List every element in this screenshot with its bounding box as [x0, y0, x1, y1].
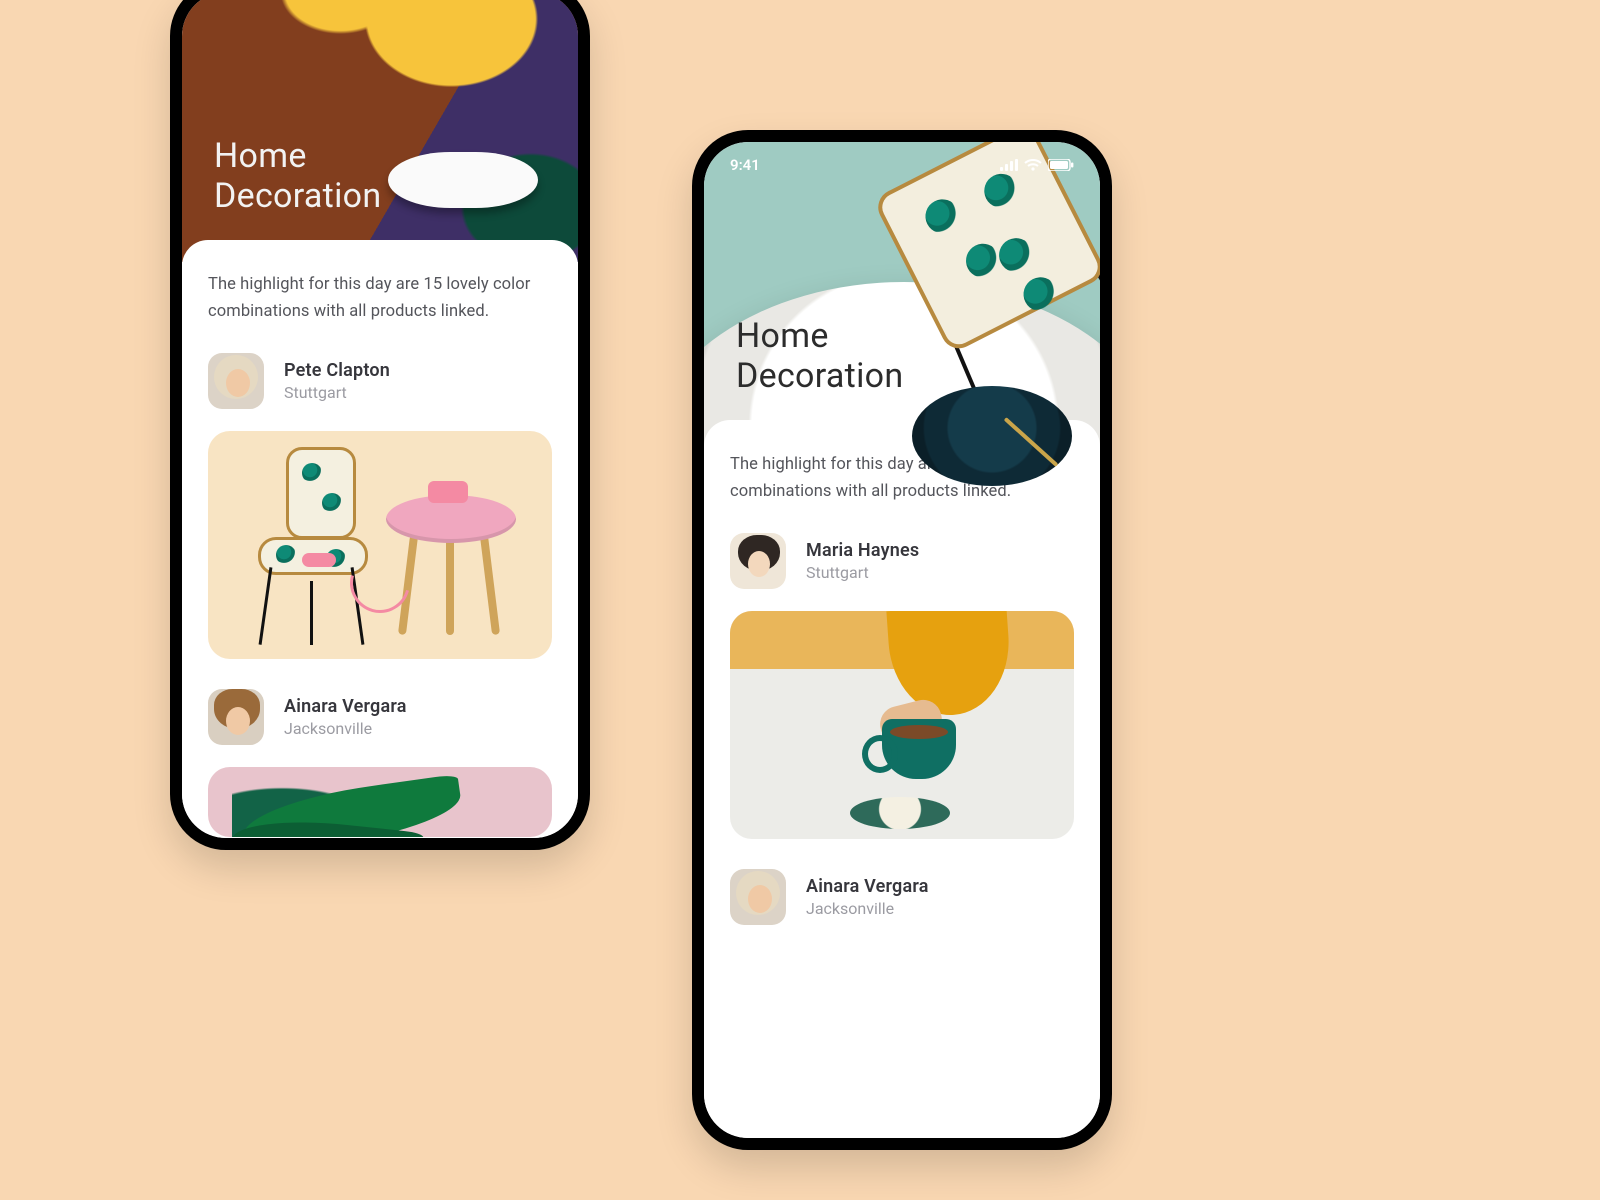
- avatar[interactable]: [730, 533, 786, 589]
- author-row[interactable]: Ainara Vergara Jacksonville: [730, 869, 1074, 925]
- author-name: Ainara Vergara: [284, 696, 407, 717]
- content-sheet[interactable]: The highlight for this day are 15 lovely…: [182, 240, 578, 838]
- hero-illustration-plate: [912, 386, 1072, 486]
- avatar[interactable]: [730, 869, 786, 925]
- content-sheet[interactable]: The highlight for this day are 15 lovely…: [704, 420, 1100, 1138]
- hero-banner: 9:41 Home Decora: [704, 142, 1100, 442]
- author-name: Ainara Vergara: [806, 876, 929, 897]
- author-name: Pete Clapton: [284, 360, 390, 381]
- card-illustration-chair: [252, 447, 382, 645]
- author-row[interactable]: Maria Haynes Stuttgart: [730, 533, 1074, 589]
- signal-icon: [1000, 159, 1018, 171]
- avatar[interactable]: [208, 689, 264, 745]
- post-card-peek[interactable]: [208, 767, 552, 837]
- author-location: Stuttgart: [806, 563, 919, 582]
- card-illustration-saucer: [850, 797, 950, 829]
- card-illustration-cup: [882, 719, 956, 779]
- avatar[interactable]: [208, 353, 264, 409]
- highlight-text: The highlight for this day are 15 lovely…: [208, 272, 552, 325]
- author-row[interactable]: Pete Clapton Stuttgart: [208, 353, 552, 409]
- status-bar: 9:41: [704, 156, 1100, 174]
- post-card[interactable]: [208, 431, 552, 659]
- author-location: Jacksonville: [284, 719, 407, 738]
- hero-title: Home Decoration: [736, 316, 903, 396]
- card-illustration-bow: [302, 553, 336, 567]
- hero-title-line1: Home: [214, 136, 307, 176]
- wifi-icon: [1024, 159, 1042, 171]
- phone-mockup-left: Home Decoration The highlight for this d…: [170, 0, 590, 850]
- hero-title-line2: Decoration: [214, 176, 381, 216]
- card-illustration-table: [386, 485, 516, 635]
- author-location: Jacksonville: [806, 899, 929, 918]
- hero-title-line1: Home: [736, 316, 829, 356]
- author-location: Stuttgart: [284, 383, 390, 402]
- card-illustration-leaf: [232, 767, 482, 837]
- phone-mockup-right: 9:41 Home Decora: [692, 130, 1112, 1150]
- status-time: 9:41: [730, 156, 760, 174]
- author-row[interactable]: Ainara Vergara Jacksonville: [208, 689, 552, 745]
- hero-banner: Home Decoration: [182, 0, 578, 262]
- hero-title: Home Decoration: [214, 136, 381, 216]
- hero-illustration-shoe: [388, 152, 538, 208]
- hero-title-line2: Decoration: [736, 356, 903, 396]
- post-card[interactable]: [730, 611, 1074, 839]
- battery-icon: [1048, 159, 1074, 171]
- author-name: Maria Haynes: [806, 540, 919, 561]
